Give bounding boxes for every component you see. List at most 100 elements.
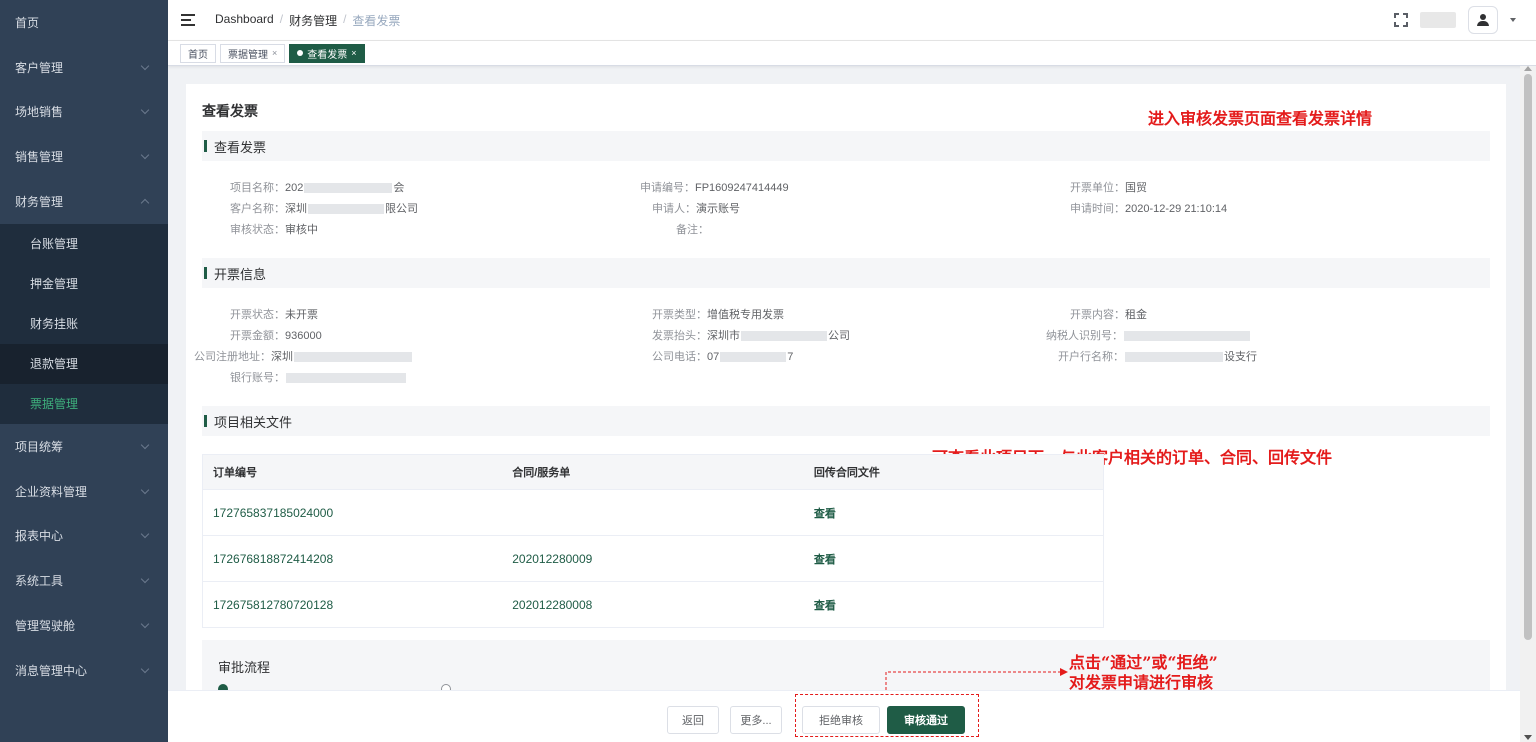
sidebar-item-messages[interactable]: 消息管理中心 [0,648,168,693]
close-icon[interactable]: × [272,48,277,58]
sidebar-item-label: 系统工具 [15,574,64,589]
field-label: 开户行名称： [1058,351,1124,363]
field-label: 开票内容： [1070,309,1125,321]
field-value: 限公司 [385,203,418,215]
view-file-link[interactable]: 查看 [803,581,1104,628]
redacted-text [304,183,393,194]
field-value: 公司 [828,330,850,342]
section-files: 项目相关文件 [202,406,1490,436]
tag-label: 查看发票 [307,49,348,61]
order-number-link[interactable]: 172676818872414208 [202,535,503,582]
sidebar-item-label: 销售管理 [15,150,64,165]
field-audit-status: 审核状态：审核中 [230,221,318,237]
tag-home[interactable]: 首页 [180,43,216,63]
sidebar-item-label: 首页 [15,15,40,30]
field-label: 开票金额： [230,330,285,342]
field-value: 未开票 [285,309,318,321]
more-button[interactable]: 更多... [730,706,782,734]
field-project-name: 项目名称：202 会 [230,179,404,195]
sidebar-item-enterprise[interactable]: 企业资料管理 [0,469,168,514]
fullscreen-icon[interactable] [1394,13,1408,27]
tags-view: 首页 票据管理 × 查看发票 × [168,41,1536,66]
scroll-down-icon[interactable] [1524,735,1532,740]
sidebar-subitem-label: 财务挂账 [30,317,79,332]
field-taxpayer-id: 纳税人识别号： [1046,327,1251,343]
caret-down-icon[interactable] [1510,18,1516,22]
contract-number-link[interactable] [502,489,804,536]
avatar[interactable] [1468,6,1498,34]
section-bar [204,267,207,279]
sidebar-item-venue-sales[interactable]: 场地销售 [0,90,168,135]
breadcrumb-separator: / [343,11,347,26]
sidebar-item-cockpit[interactable]: 管理驾驶舱 [0,603,168,648]
sidebar-item-home[interactable]: 首页 [0,0,168,45]
breadcrumb-item: 财务管理 [289,13,338,28]
contract-number-link[interactable]: 202012280008 [502,581,804,628]
close-icon[interactable]: × [351,48,356,58]
sidebar-item-reports[interactable]: 报表中心 [0,514,168,559]
tag-view-invoice[interactable]: 查看发票 × [289,43,365,63]
chevron-down-icon [140,61,150,70]
field-label: 审核状态： [230,224,285,236]
order-number-link[interactable]: 172675812780720128 [202,581,503,628]
breadcrumb-item[interactable]: Dashboard [215,12,274,29]
redacted-text [1125,352,1223,363]
sidebar-item-customer[interactable]: 客户管理 [0,45,168,90]
tag-label: 票据管理 [228,49,268,61]
annotation-top: 进入审核发票页面查看发票详情 [1148,109,1373,128]
field-label: 开票状态： [230,309,285,321]
tag-invoice-management[interactable]: 票据管理 × [220,43,286,63]
view-file-link[interactable]: 查看 [803,489,1104,536]
field-issuer: 开票单位：国贸 [1070,179,1147,195]
sidebar-item-label: 报表中心 [15,529,64,544]
section-approval [202,640,1490,690]
table-row: 172765837185024000 查看 [202,489,1104,536]
field-label: 银行账号： [230,372,285,384]
sidebar-item-tools[interactable]: 系统工具 [0,558,168,603]
sidebar-item-sales[interactable]: 销售管理 [0,134,168,179]
files-table: 订单编号 合同/服务单 回传合同文件 172765837185024000 查看… [202,454,1104,628]
field-label: 开票类型： [652,309,707,321]
sidebar-item-finance[interactable]: 财务管理 [0,179,168,224]
section-bar [204,415,207,427]
chevron-down-icon [140,151,150,160]
view-file-link[interactable]: 查看 [803,535,1104,582]
redacted-text [720,352,787,363]
sidebar-item-label: 场地销售 [15,105,64,120]
menu-toggle-icon[interactable] [181,14,195,26]
order-number-link[interactable]: 172765837185024000 [202,489,503,536]
redacted-text [308,204,384,215]
field-value: 增值税专用发票 [707,309,784,321]
field-value: 国贸 [1125,182,1147,194]
chevron-down-icon [140,530,150,539]
scrollbar-thumb[interactable] [1524,74,1532,640]
navbar-right [1394,6,1516,34]
field-billing-amount: 开票金额：936000 [230,327,322,343]
field-customer: 客户名称：深圳 限公司 [230,200,418,216]
sidebar-subitem-refund[interactable]: 退款管理 [0,343,168,384]
field-value: 深圳市 [707,330,740,342]
breadcrumb-item: 查看发票 [352,13,401,28]
table-header: 回传合同文件 [803,454,1104,490]
contract-number-link[interactable]: 202012280009 [502,535,804,582]
page-scrollbar[interactable] [1520,66,1536,742]
sidebar-subitem-deposit[interactable]: 押金管理 [0,263,168,304]
field-label: 项目名称： [230,182,285,194]
field-remark: 备注： [676,221,709,237]
sidebar-item-project[interactable]: 项目统筹 [0,424,168,469]
sidebar-subitem-label: 退款管理 [30,357,79,372]
scroll-up-icon[interactable] [1524,66,1532,71]
back-button[interactable]: 返回 [667,706,719,734]
sidebar-subitem-account[interactable]: 财务挂账 [0,303,168,344]
field-label: 公司电话： [652,351,707,363]
field-value: 7 [787,351,794,363]
field-invoice-header: 发票抬头：深圳市 公司 [652,327,850,343]
field-bank-account: 银行账号： [230,369,407,385]
field-label: 客户名称： [230,203,285,215]
table-header: 订单编号 [202,454,503,490]
redacted-username [1420,12,1456,28]
chevron-down-icon [140,485,150,494]
chevron-down-icon [140,440,150,450]
sidebar-subitem-ledger[interactable]: 台账管理 [0,223,168,264]
sidebar-subitem-invoice[interactable]: 票据管理 [0,383,168,424]
